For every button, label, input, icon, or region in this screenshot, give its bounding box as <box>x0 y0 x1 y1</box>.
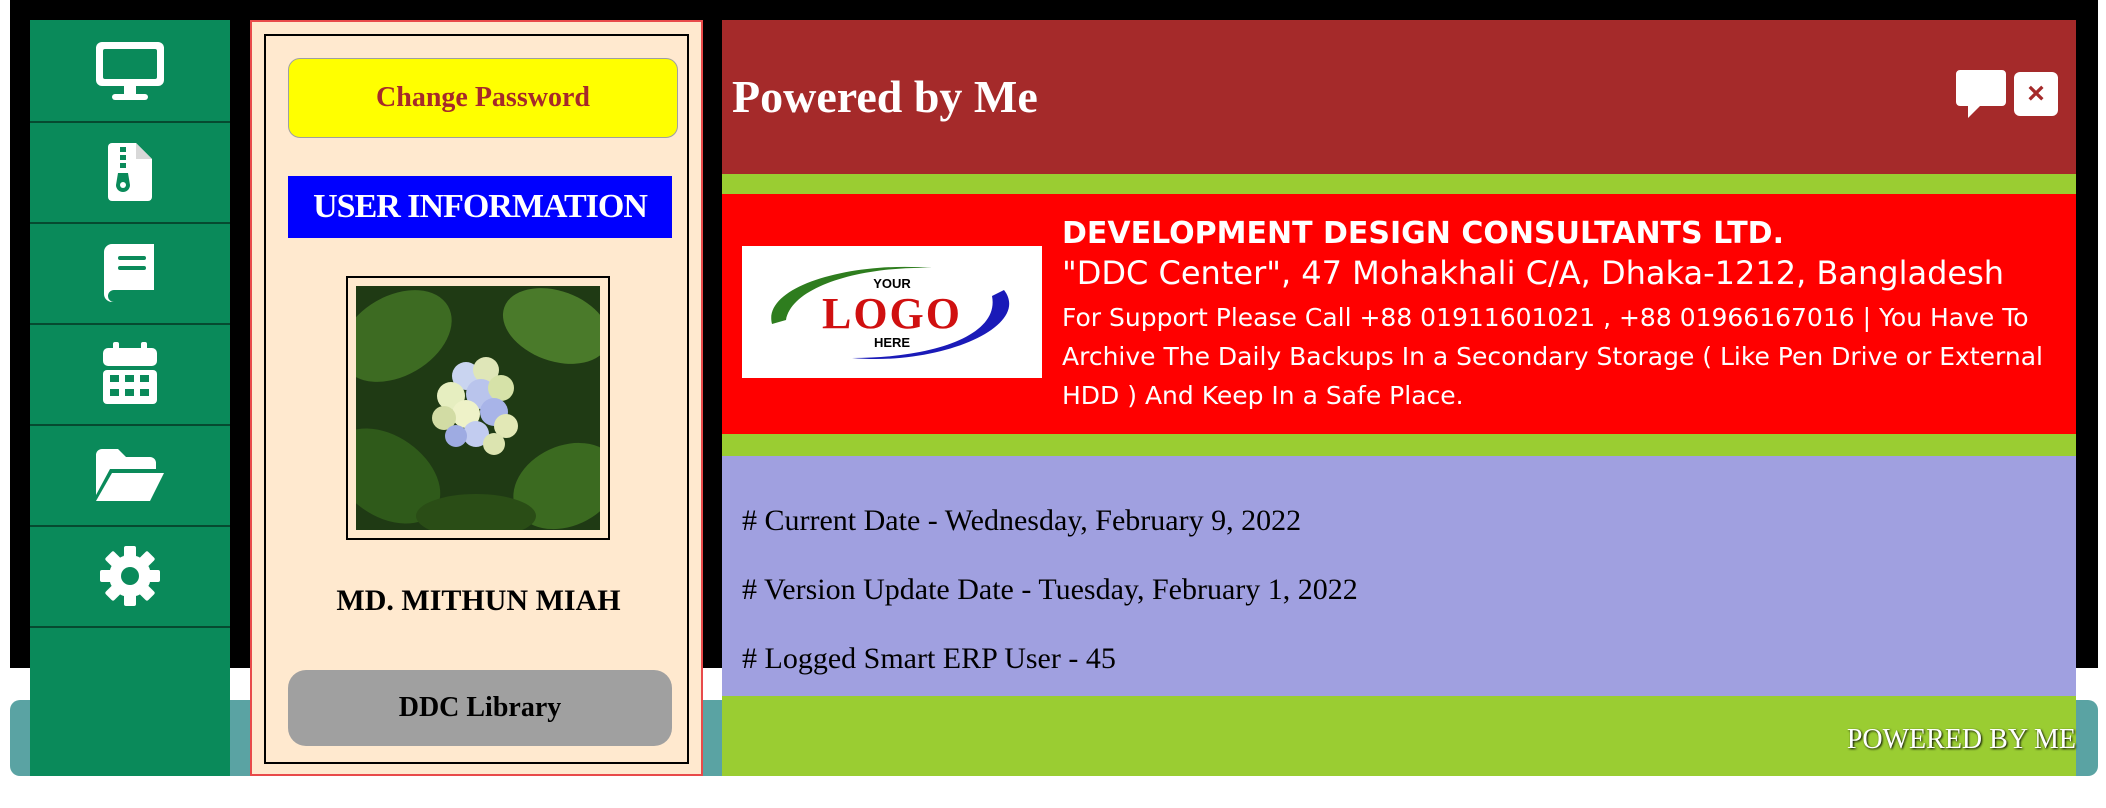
change-password-button[interactable]: Change Password <box>288 58 678 138</box>
footer-bar: POWERED BY ME <box>722 696 2076 776</box>
company-logo: YOUR LOGO HERE <box>742 246 1042 378</box>
logo-text-here: HERE <box>874 335 910 350</box>
logo-text-main: LOGO <box>822 289 962 338</box>
info-area: # Current Date - Wednesday, February 9, … <box>722 456 2076 696</box>
folder-open-icon <box>94 447 166 503</box>
sidebar-item-folder[interactable] <box>30 424 230 527</box>
logged-users-line: # Logged Smart ERP User - 45 <box>742 642 1116 675</box>
chat-icon[interactable] <box>1954 68 2008 120</box>
header-title: Powered by Me <box>732 71 1038 122</box>
user-photo <box>356 286 600 530</box>
user-panel: Change Password USER INFORMATION MD. MIT… <box>250 20 703 776</box>
version-update-date-line: # Version Update Date - Tuesday, Februar… <box>742 573 1358 606</box>
company-banner: YOUR LOGO HERE DEVELOPMENT DESIGN CONSUL… <box>722 194 2076 434</box>
sidebar <box>30 20 230 776</box>
user-photo-frame <box>346 276 610 540</box>
footer-text: POWERED BY ME <box>1846 724 2076 755</box>
user-name: MD. MITHUN MIAH <box>336 584 621 617</box>
calendar-icon <box>101 341 159 406</box>
divider-strip-top <box>722 174 2076 194</box>
gear-icon <box>99 545 161 607</box>
sidebar-item-book[interactable] <box>30 222 230 325</box>
user-panel-inner: Change Password USER INFORMATION MD. MIT… <box>264 34 689 764</box>
divider-strip-middle <box>722 434 2076 456</box>
sidebar-item-desktop[interactable] <box>30 20 230 123</box>
desktop-icon <box>94 40 166 102</box>
close-button[interactable]: × <box>2014 72 2058 116</box>
file-zip-icon <box>106 141 154 203</box>
current-date-line: # Current Date - Wednesday, February 9, … <box>742 504 1302 537</box>
company-address: "DDC Center", 47 Mohakhali C/A, Dhaka-12… <box>1062 254 2005 292</box>
company-name: DEVELOPMENT DESIGN CONSULTANTS LTD. <box>1062 216 1784 251</box>
header-bar: Powered by Me × <box>722 20 2076 174</box>
user-information-heading: USER INFORMATION <box>288 176 672 238</box>
sidebar-item-calendar[interactable] <box>30 323 230 426</box>
book-icon <box>102 242 158 304</box>
sidebar-item-archive[interactable] <box>30 121 230 224</box>
company-support-text: For Support Please Call +88 01911601021 … <box>1062 303 2043 410</box>
ddc-library-button[interactable]: DDC Library <box>288 670 672 746</box>
sidebar-item-settings[interactable] <box>30 525 230 628</box>
